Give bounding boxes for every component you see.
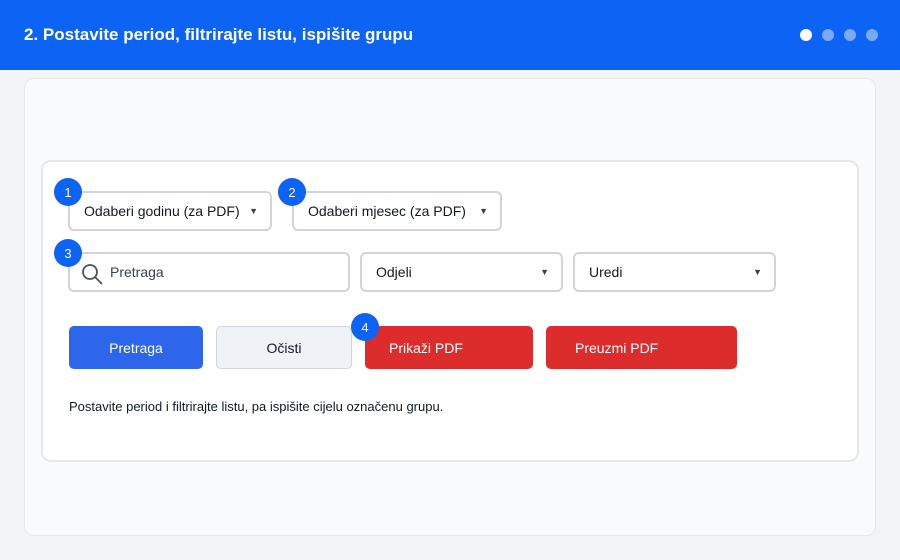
step-indicator (800, 29, 878, 41)
chevron-down-icon: ▼ (249, 206, 258, 216)
year-select-value: Odaberi godinu (za PDF) (84, 203, 240, 219)
search-box (68, 252, 350, 292)
step-badge-1: 1 (54, 178, 82, 206)
month-select-value: Odaberi mjesec (za PDF) (308, 203, 466, 219)
search-icon (82, 264, 103, 285)
chevron-down-icon: ▼ (479, 206, 488, 216)
step-dot-2 (822, 29, 834, 41)
year-select[interactable]: Odaberi godinu (za PDF) ▼ (68, 191, 272, 231)
header-bar: 2. Postavite period, filtrirajte listu, … (0, 0, 900, 70)
departments-select[interactable]: Odjeli ▼ (360, 252, 563, 292)
step-dot-4 (866, 29, 878, 41)
clear-button[interactable]: Očisti (216, 326, 352, 369)
instruction-text: Postavite period i filtrirajte listu, pa… (69, 399, 444, 414)
chevron-down-icon: ▼ (540, 267, 549, 277)
search-input[interactable] (110, 254, 340, 290)
departments-select-value: Odjeli (376, 264, 412, 280)
step-badge-4: 4 (351, 313, 379, 341)
step-badge-2: 2 (278, 178, 306, 206)
page-title: 2. Postavite period, filtrirajte listu, … (24, 25, 414, 44)
download-pdf-button[interactable]: Preuzmi PDF (546, 326, 737, 369)
step-badge-3: 3 (54, 239, 82, 267)
show-pdf-button[interactable]: Prikaži PDF (365, 326, 533, 369)
chevron-down-icon: ▼ (753, 267, 762, 277)
step-dot-1 (800, 29, 812, 41)
offices-select-value: Uredi (589, 264, 623, 280)
month-select[interactable]: Odaberi mjesec (za PDF) ▼ (292, 191, 502, 231)
step-dot-3 (844, 29, 856, 41)
search-button[interactable]: Pretraga (69, 326, 203, 369)
offices-select[interactable]: Uredi ▼ (573, 252, 776, 292)
